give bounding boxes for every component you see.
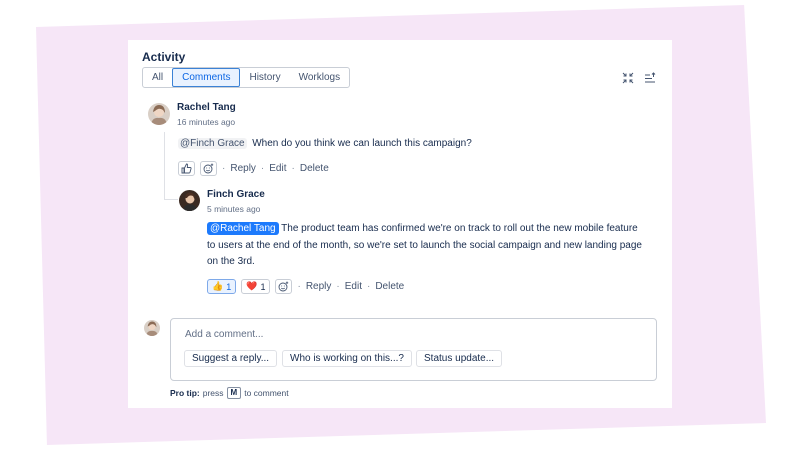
reply-button[interactable]: Reply xyxy=(306,281,332,292)
activity-tabs: All Comments History Worklogs xyxy=(142,67,351,88)
tab-history[interactable]: History xyxy=(240,68,289,87)
activity-panel: Activity All Comments History Worklogs R… xyxy=(128,40,672,408)
reply-button[interactable]: Reply xyxy=(230,163,256,174)
pro-tip-text: press xyxy=(202,388,224,398)
thumbs-up-emoji-icon: 👍 xyxy=(212,281,224,291)
thread-connector xyxy=(164,199,178,200)
tab-worklogs[interactable]: Worklogs xyxy=(290,68,350,87)
add-reaction-button[interactable] xyxy=(200,161,217,176)
mention[interactable]: @Finch Grace xyxy=(178,138,247,149)
sort-icon[interactable] xyxy=(644,72,656,84)
separator: · xyxy=(260,163,265,174)
activity-title: Activity xyxy=(142,50,186,64)
reply-timestamp: 5 minutes ago xyxy=(207,204,261,214)
suggestion-button[interactable]: Suggest a reply... xyxy=(184,350,278,367)
suggestion-button[interactable]: Who is working on this...? xyxy=(282,350,412,367)
comment-input[interactable]: Add a comment... xyxy=(185,329,263,340)
avatar xyxy=(144,320,160,336)
comment-composer[interactable]: Add a comment... Suggest a reply... Who … xyxy=(170,318,657,381)
separator: · xyxy=(222,163,226,174)
reply-body: @Rachel Tang The product team has confir… xyxy=(207,221,667,271)
collapse-icon[interactable] xyxy=(622,72,634,84)
tab-all[interactable]: All xyxy=(143,68,172,87)
comment-actions: · Reply · Edit · Delete xyxy=(178,161,329,176)
comment-text: When do you think we can launch this cam… xyxy=(252,138,472,149)
separator: · xyxy=(291,163,295,174)
tab-comments[interactable]: Comments xyxy=(172,68,241,87)
pro-tip: Pro tip: press M to comment xyxy=(170,387,289,399)
heart-emoji-icon: ❤️ xyxy=(246,281,258,291)
mention[interactable]: @Rachel Tang xyxy=(207,222,279,235)
reaction-thumbs-up[interactable]: 👍 1 xyxy=(207,279,237,294)
thread-line xyxy=(164,132,165,200)
pro-tip-label: Pro tip: xyxy=(170,388,200,398)
comment-body: @Finch Grace When do you think we can la… xyxy=(178,136,472,153)
separator: · xyxy=(366,281,371,292)
reply-text-line: to users at the end of the month, so we'… xyxy=(207,239,642,251)
reply-text-line: The product team has confirmed we're on … xyxy=(281,223,638,234)
pro-tip-text: to comment xyxy=(244,388,289,398)
comment-author[interactable]: Rachel Tang xyxy=(177,102,236,113)
emoji-add-icon xyxy=(279,281,289,292)
thumbs-up-icon xyxy=(181,163,192,174)
emoji-add-icon xyxy=(203,163,214,174)
edit-button[interactable]: Edit xyxy=(269,163,286,174)
separator: · xyxy=(336,281,340,292)
comment-timestamp: 16 minutes ago xyxy=(177,117,236,127)
reaction-heart[interactable]: ❤️ 1 xyxy=(241,279,271,294)
delete-button[interactable]: Delete xyxy=(300,163,329,174)
reply-author[interactable]: Finch Grace xyxy=(207,189,265,200)
reaction-count: 1 xyxy=(226,281,232,292)
reply-actions: 👍 1 ❤️ 1 · Reply · Edit · Delete xyxy=(207,279,404,294)
avatar xyxy=(148,103,170,125)
edit-button[interactable]: Edit xyxy=(345,281,362,292)
separator: · xyxy=(297,281,301,292)
keyboard-key: M xyxy=(226,387,242,399)
avatar xyxy=(179,190,200,211)
like-button[interactable] xyxy=(178,161,195,176)
suggestion-button[interactable]: Status update... xyxy=(416,350,503,367)
add-reaction-button[interactable] xyxy=(275,279,293,294)
reaction-count: 1 xyxy=(260,281,266,292)
delete-button[interactable]: Delete xyxy=(375,281,404,292)
reply-text-line: on the 3rd. xyxy=(207,256,255,267)
